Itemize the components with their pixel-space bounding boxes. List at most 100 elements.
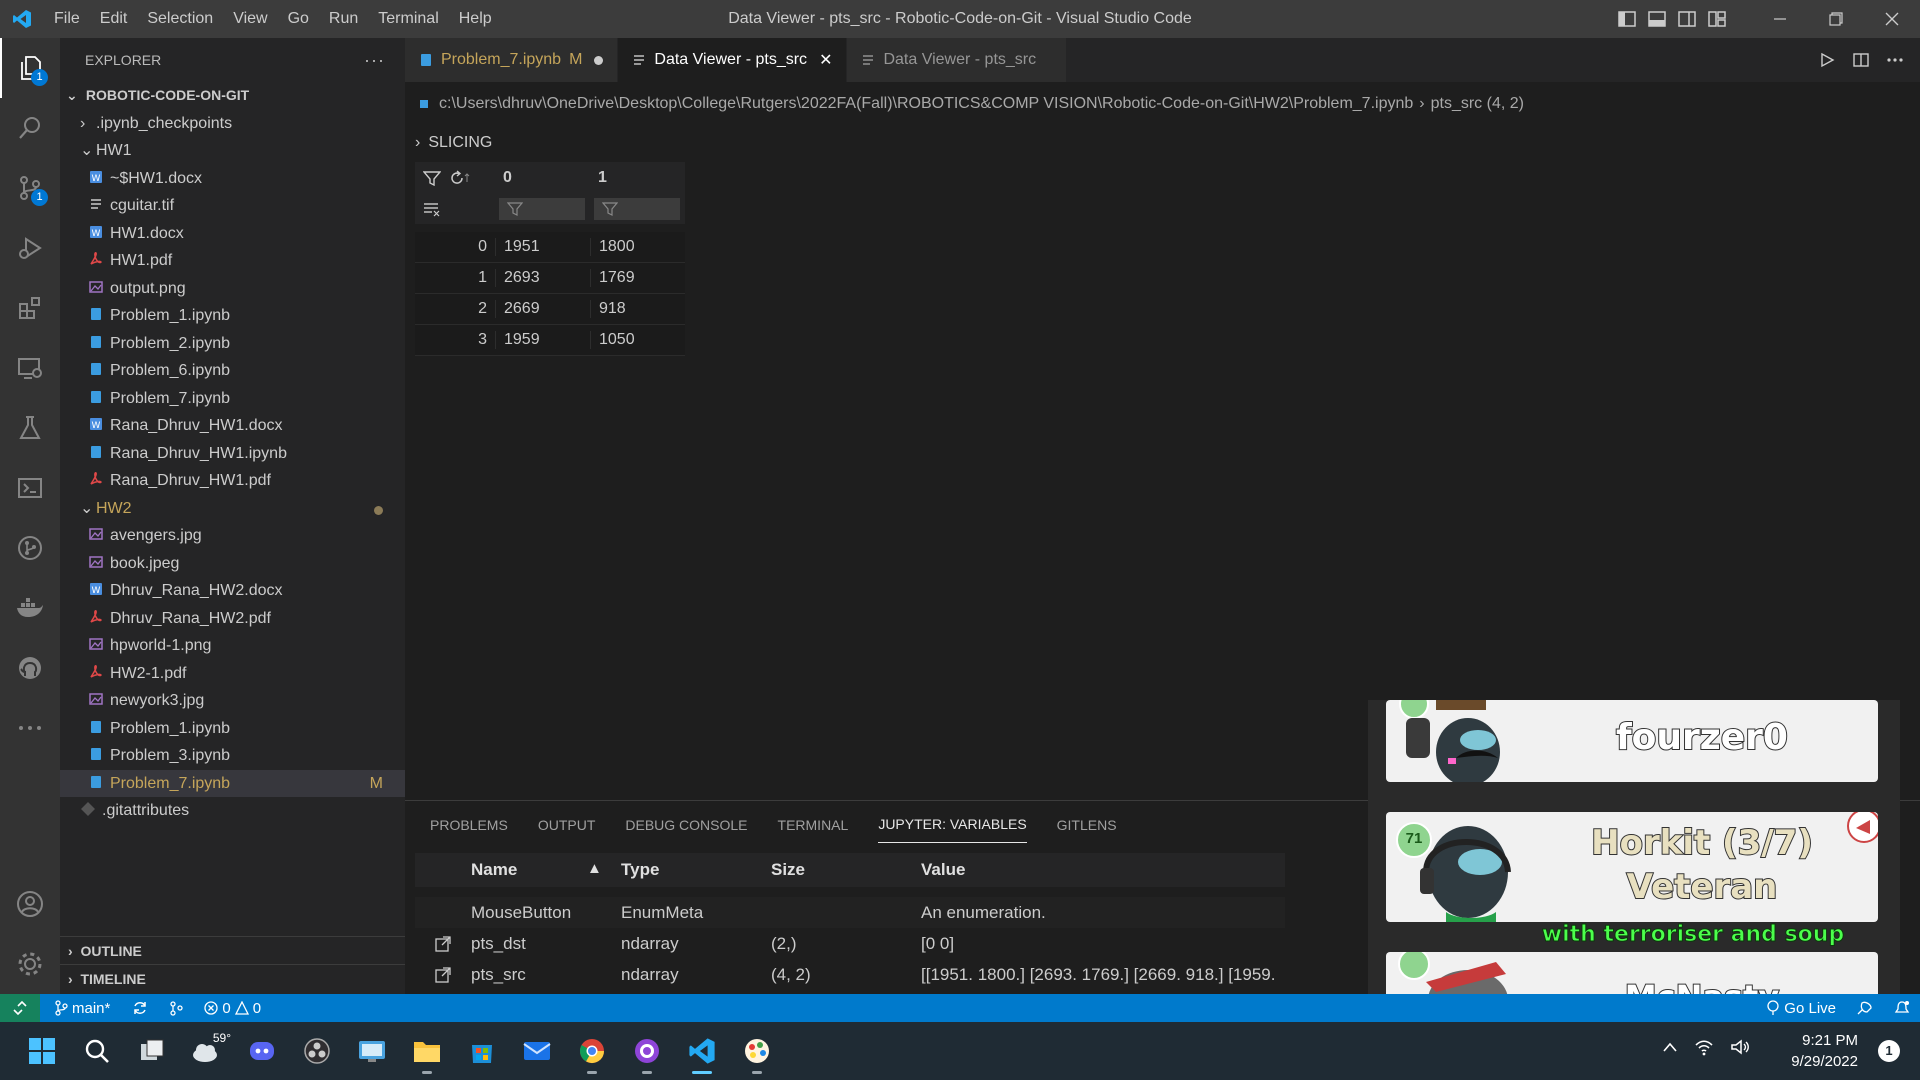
gitlens-icon[interactable] xyxy=(0,518,60,578)
grid-cell[interactable]: 1050 xyxy=(590,331,685,349)
grid-row[interactable]: 0 1951 1800 xyxy=(415,232,685,263)
file-item[interactable]: W HW1.docx xyxy=(60,220,405,248)
file-item[interactable]: Problem_6.ipynb xyxy=(60,357,405,385)
accounts-icon[interactable] xyxy=(0,874,60,934)
chevron-up-icon[interactable] xyxy=(1662,1041,1678,1053)
chrome-icon[interactable] xyxy=(572,1031,612,1074)
menu-file[interactable]: File xyxy=(44,0,90,38)
variable-row[interactable]: pts_src ndarray (4, 2) [[1951. 1800.] [2693… xyxy=(415,959,1285,990)
explorer-more-icon[interactable]: ··· xyxy=(364,38,385,82)
timeline-section[interactable]: › TIMELINE xyxy=(60,964,405,992)
source-control-icon[interactable]: 1 xyxy=(0,158,60,218)
file-explorer-icon[interactable] xyxy=(407,1031,447,1074)
microsoft-store-icon[interactable] xyxy=(462,1031,502,1071)
file-item[interactable]: HW1.pdf xyxy=(60,247,405,275)
grid-row[interactable]: 2 2669 918 xyxy=(415,294,685,325)
search-icon[interactable] xyxy=(0,98,60,158)
mail-icon[interactable] xyxy=(517,1031,557,1071)
file-item[interactable]: .gitattributes xyxy=(60,797,405,825)
variable-row[interactable]: pts_dst ndarray (2,) [0 0] xyxy=(415,928,1285,959)
tab-output[interactable]: OUTPUT xyxy=(538,817,596,843)
grid-row[interactable]: 1 2693 1769 xyxy=(415,263,685,294)
tab-data-viewer-active[interactable]: Data Viewer - pts_src ✕ xyxy=(618,38,848,82)
taskbar-search-icon[interactable] xyxy=(77,1031,117,1071)
breadcrumb-path[interactable]: c:\Users\dhruv\OneDrive\Desktop\College\… xyxy=(439,95,1413,113)
go-live-button[interactable]: Go Live xyxy=(1766,1000,1836,1017)
folder-item[interactable]: ⌄ HW2 xyxy=(60,495,405,523)
column-header-0[interactable]: 0 xyxy=(495,169,590,187)
feedback-icon[interactable] xyxy=(1856,1000,1874,1016)
run-debug-icon[interactable] xyxy=(0,218,60,278)
remote-explorer-icon[interactable] xyxy=(0,338,60,398)
grid-row[interactable]: 3 1959 1050 xyxy=(415,325,685,356)
folder-item[interactable]: › .ipynb_checkpoints xyxy=(60,110,405,138)
breadcrumb-leaf[interactable]: pts_src (4, 2) xyxy=(1431,95,1524,113)
paint-app-icon[interactable] xyxy=(737,1031,777,1074)
grid-cell[interactable]: 918 xyxy=(590,300,685,318)
file-item[interactable]: cguitar.tif xyxy=(60,192,405,220)
weather-widget[interactable]: 59° xyxy=(187,1031,231,1071)
file-item[interactable]: Problem_2.ipynb xyxy=(60,330,405,358)
file-item[interactable]: HW2-1.pdf xyxy=(60,660,405,688)
menu-view[interactable]: View xyxy=(223,0,277,38)
tab-jupyter-variables[interactable]: JUPYTER: VARIABLES xyxy=(878,816,1027,843)
menu-terminal[interactable]: Terminal xyxy=(368,0,448,38)
tab-terminal[interactable]: TERMINAL xyxy=(778,817,849,843)
toggle-primary-sidebar-icon[interactable] xyxy=(1612,0,1642,38)
variable-row[interactable]: MouseButton EnumMeta An enumeration. xyxy=(415,897,1285,928)
task-view-icon[interactable] xyxy=(132,1031,172,1071)
close-tab-icon[interactable]: ✕ xyxy=(819,50,832,70)
menu-run[interactable]: Run xyxy=(319,0,368,38)
workspace-root[interactable]: ⌄ ROBOTIC-CODE-ON-GIT xyxy=(60,82,405,110)
restore-icon[interactable] xyxy=(1808,0,1864,38)
open-data-viewer-icon[interactable] xyxy=(434,935,452,953)
open-data-viewer-icon[interactable] xyxy=(434,966,452,984)
more-actions-icon[interactable] xyxy=(1878,57,1912,63)
github-desktop-icon[interactable] xyxy=(627,1031,667,1074)
refresh-icon[interactable] xyxy=(449,170,471,186)
column-header-1[interactable]: 1 xyxy=(590,169,685,187)
manage-gear-icon[interactable] xyxy=(0,934,60,994)
wifi-icon[interactable] xyxy=(1694,1038,1714,1056)
file-item[interactable]: avengers.jpg xyxy=(60,522,405,550)
clear-filter-icon[interactable] xyxy=(423,201,441,217)
more-views-icon[interactable] xyxy=(0,698,60,758)
file-item[interactable]: W Dhruv_Rana_HW2.docx xyxy=(60,577,405,605)
obs-studio-icon[interactable] xyxy=(297,1031,337,1071)
github-icon[interactable] xyxy=(0,638,60,698)
terminal-icon[interactable] xyxy=(0,458,60,518)
grid-cell[interactable]: 1769 xyxy=(590,269,685,287)
file-item[interactable]: Problem_1.ipynb xyxy=(60,715,405,743)
size-column-header[interactable]: Size xyxy=(771,860,921,880)
menu-selection[interactable]: Selection xyxy=(137,0,223,38)
tab-debug-console[interactable]: DEBUG CONSOLE xyxy=(625,817,747,843)
explorer-icon[interactable]: 1 xyxy=(0,38,60,98)
toggle-panel-icon[interactable] xyxy=(1642,0,1672,38)
tab-problem7[interactable]: Problem_7.ipynb M xyxy=(405,38,619,82)
file-item[interactable]: Dhruv_Rana_HW2.pdf xyxy=(60,605,405,633)
slicing-toggle[interactable]: › SLICING xyxy=(415,128,492,158)
file-item[interactable]: Rana_Dhruv_HW1.pdf xyxy=(60,467,405,495)
file-item[interactable]: hpworld-1.png xyxy=(60,632,405,660)
file-item[interactable]: W ~$HW1.docx xyxy=(60,165,405,193)
value-column-header[interactable]: Value xyxy=(921,860,1285,880)
minimize-icon[interactable] xyxy=(1752,0,1808,38)
file-item[interactable]: output.png xyxy=(60,275,405,303)
vscode-taskbar-icon[interactable] xyxy=(682,1031,722,1074)
tab-problems[interactable]: PROBLEMS xyxy=(430,817,508,843)
grid-cell[interactable]: 1800 xyxy=(590,238,685,256)
menu-go[interactable]: Go xyxy=(278,0,319,38)
file-item[interactable]: book.jpeg xyxy=(60,550,405,578)
folder-item[interactable]: ⌄ HW1 xyxy=(60,137,405,165)
taskbar-clock[interactable]: 9:21 PM 9/29/2022 xyxy=(1791,1030,1858,1072)
notification-center-badge[interactable]: 1 xyxy=(1878,1040,1900,1062)
split-editor-icon[interactable] xyxy=(1844,52,1878,68)
column-0-filter-input[interactable] xyxy=(499,198,585,220)
outline-section[interactable]: › OUTLINE xyxy=(60,936,405,964)
notifications-bell-icon[interactable] xyxy=(1894,1000,1910,1016)
filter-icon[interactable] xyxy=(423,170,441,186)
grid-cell[interactable]: 2669 xyxy=(495,300,590,318)
branch-indicator[interactable]: main* xyxy=(54,1000,110,1017)
docker-icon[interactable] xyxy=(0,578,60,638)
volume-icon[interactable] xyxy=(1730,1038,1750,1056)
